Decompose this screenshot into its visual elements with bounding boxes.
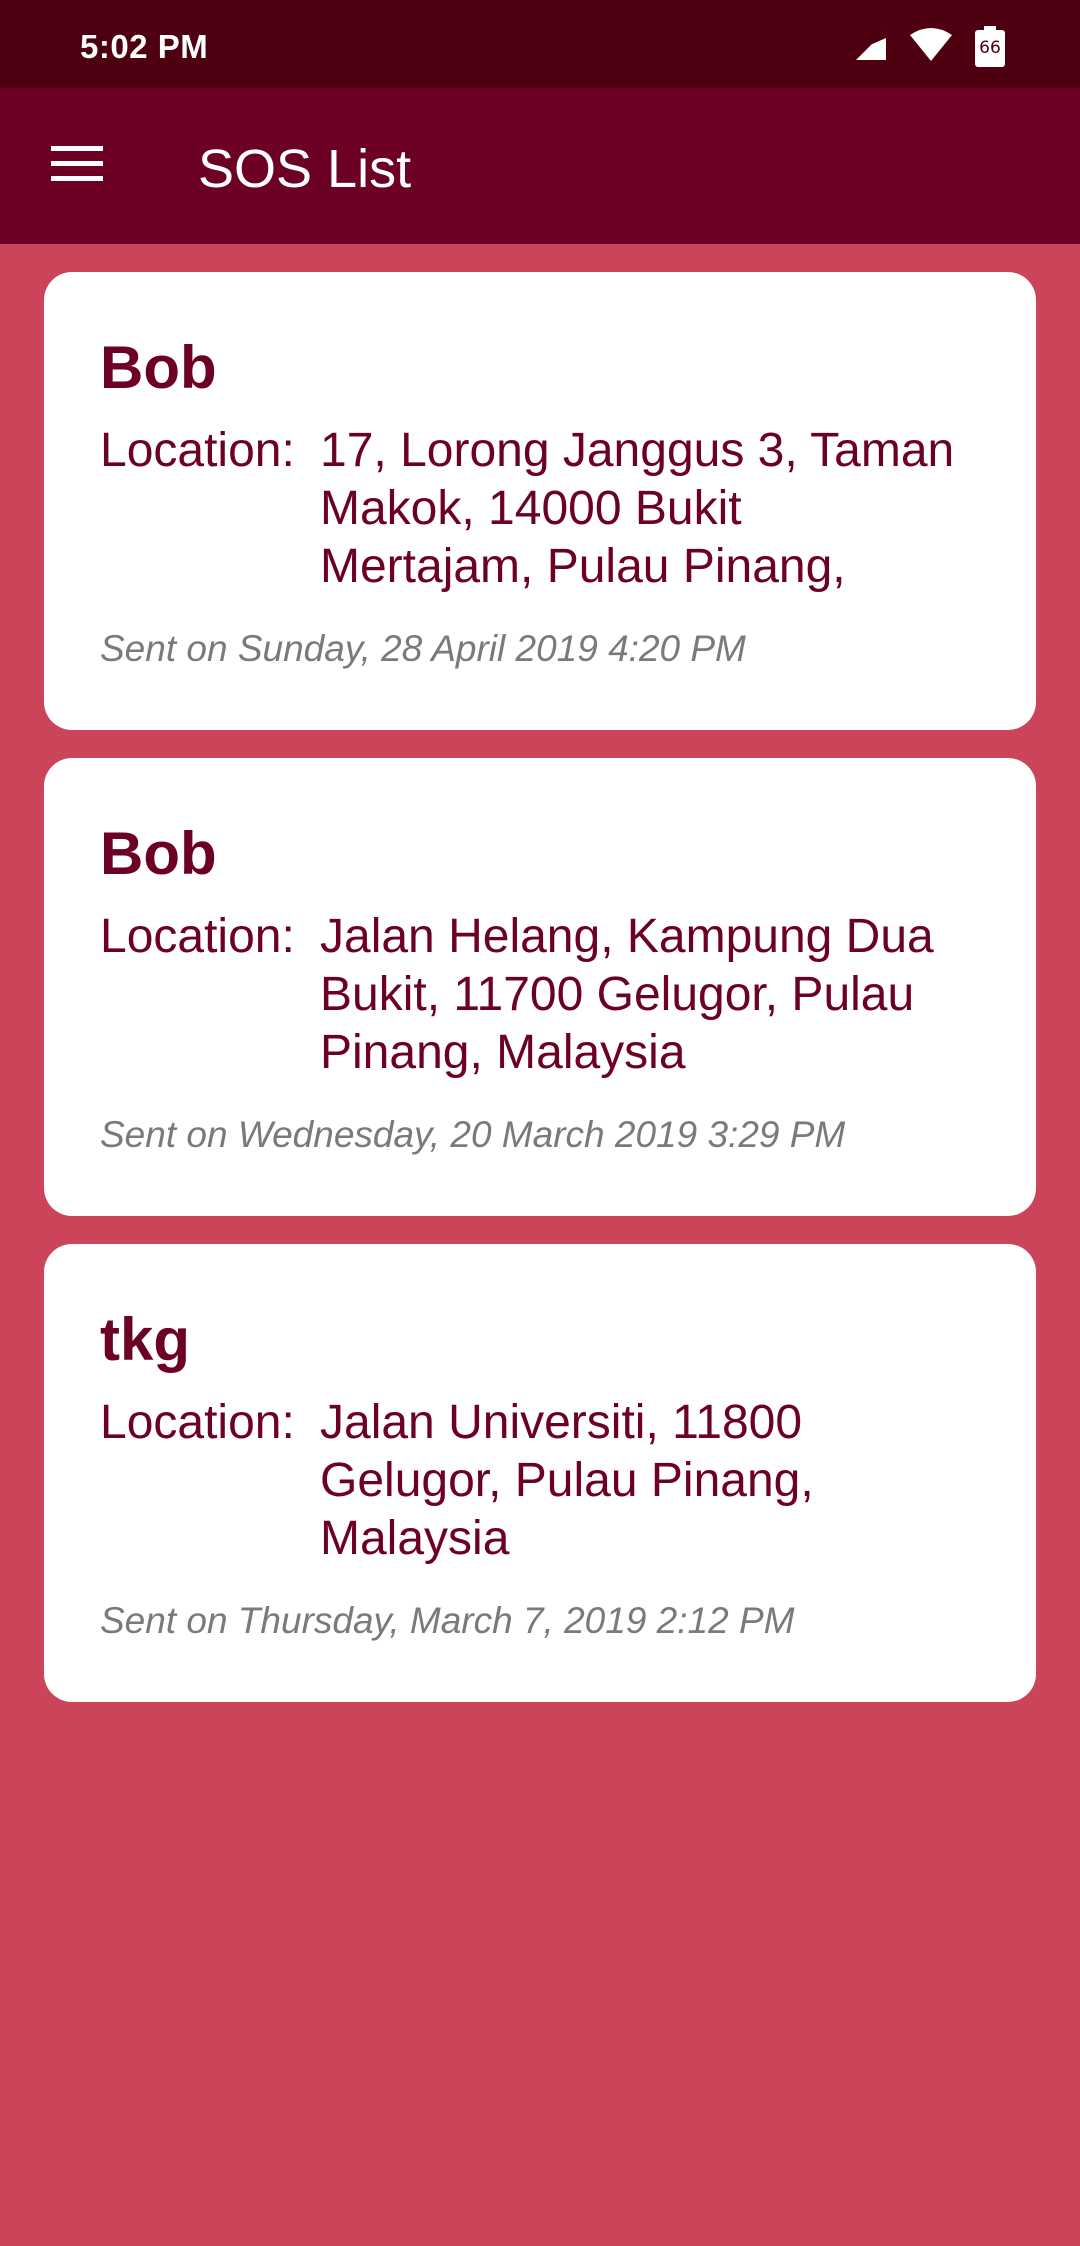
sender-name: Bob bbox=[100, 334, 217, 401]
status-icons: 66 bbox=[852, 26, 1006, 68]
sos-card[interactable]: tkg Location: Jalan Universiti, 11800 Ge… bbox=[44, 1244, 1036, 1702]
location-value: Jalan Helang, Kampung Dua Bukit, 11700 G… bbox=[320, 910, 934, 1079]
sos-card[interactable]: Bob Location: Jalan Helang, Kampung Dua … bbox=[44, 758, 1036, 1216]
location-label: Location: bbox=[100, 910, 295, 963]
wifi-icon bbox=[908, 27, 954, 68]
sos-list: Bob Location: 17, Lorong Janggus 3, Tama… bbox=[44, 272, 1036, 1730]
battery-level: 66 bbox=[979, 38, 1001, 58]
sos-card[interactable]: Bob Location: 17, Lorong Janggus 3, Tama… bbox=[44, 272, 1036, 730]
location-value: 17, Lorong Janggus 3, Taman Makok, 14000… bbox=[320, 424, 955, 593]
menu-icon bbox=[51, 145, 103, 187]
location-row: Location: Jalan Universiti, 11800 Gelugo… bbox=[100, 1394, 980, 1568]
status-time: 5:02 PM bbox=[80, 28, 209, 65]
sent-timestamp: Sent on Thursday, March 7, 2019 2:12 PM bbox=[100, 1600, 795, 1641]
app-bar: SOS List bbox=[0, 88, 1080, 244]
location-value: Jalan Universiti, 11800 Gelugor, Pulau P… bbox=[320, 1396, 814, 1565]
sent-timestamp: Sent on Sunday, 28 April 2019 4:20 PM bbox=[100, 628, 746, 669]
status-bar: 5:02 PM 66 bbox=[0, 0, 1080, 88]
sent-timestamp: Sent on Wednesday, 20 March 2019 3:29 PM bbox=[100, 1114, 846, 1155]
menu-button[interactable] bbox=[40, 132, 114, 200]
location-row: Location: 17, Lorong Janggus 3, Taman Ma… bbox=[100, 422, 980, 596]
sender-name: tkg bbox=[100, 1306, 190, 1373]
signal-icon bbox=[852, 28, 888, 67]
page-title: SOS List bbox=[198, 139, 412, 199]
location-label: Location: bbox=[100, 424, 295, 477]
location-label: Location: bbox=[100, 1396, 295, 1449]
battery-icon: 66 bbox=[974, 26, 1006, 68]
sender-name: Bob bbox=[100, 820, 217, 887]
location-row: Location: Jalan Helang, Kampung Dua Buki… bbox=[100, 908, 980, 1082]
